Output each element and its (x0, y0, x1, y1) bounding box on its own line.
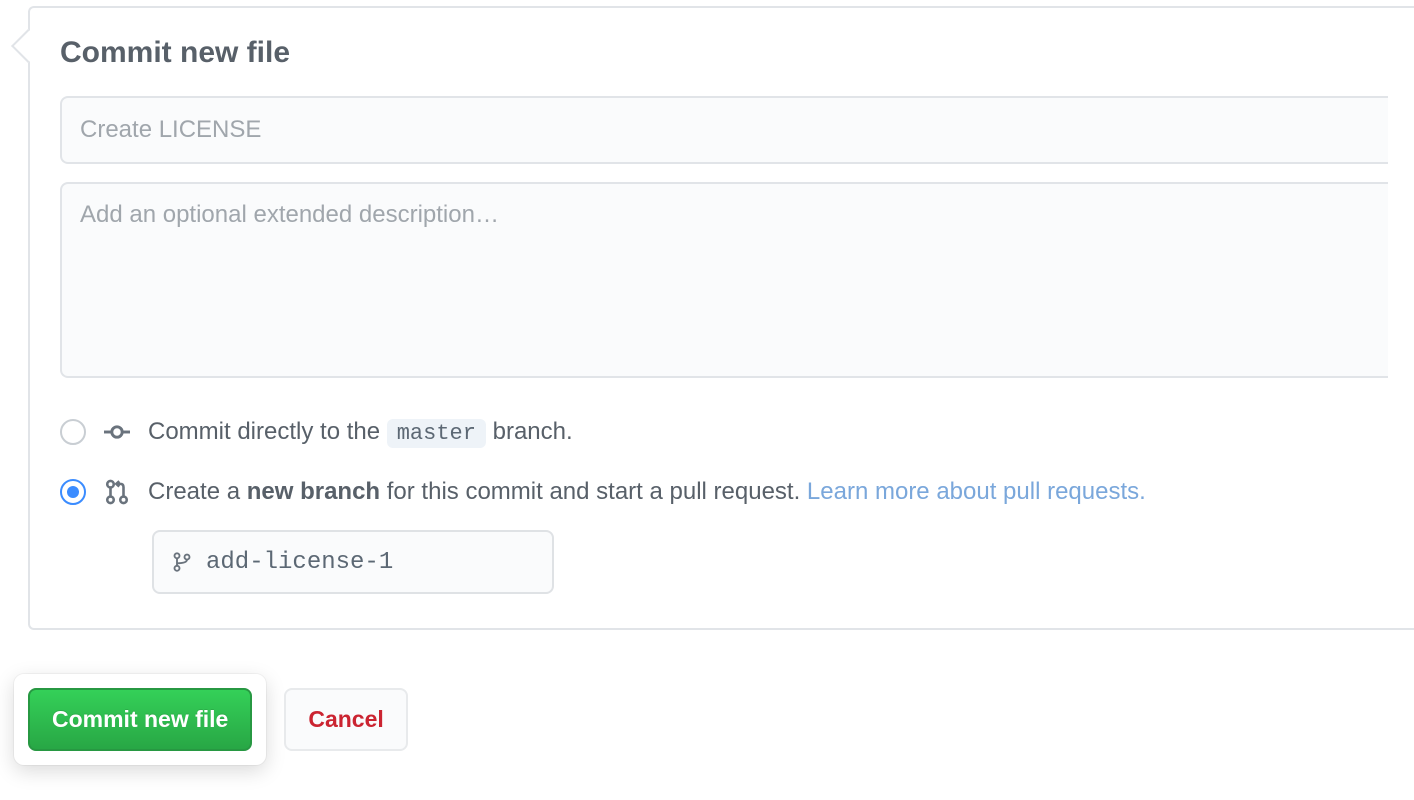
commit-panel: Commit new file Commit directly to the m… (28, 6, 1414, 630)
commit-new-file-button[interactable]: Commit new file (28, 688, 252, 751)
radio-commit-direct[interactable] (60, 419, 86, 445)
option-new-branch-label: Create a new branch for this commit and … (148, 474, 1146, 510)
option-new-branch[interactable]: Create a new branch for this commit and … (60, 470, 1388, 514)
git-pull-request-icon (104, 479, 130, 505)
commit-description-textarea[interactable] (60, 182, 1388, 378)
branch-name-input[interactable] (206, 549, 534, 576)
option-commit-direct[interactable]: Commit directly to the master branch. (60, 410, 1388, 454)
option-direct-label: Commit directly to the master branch. (148, 414, 573, 450)
footer-actions: Commit new file Cancel (14, 674, 408, 765)
panel-title: Commit new file (60, 36, 1388, 70)
branch-pill: master (387, 419, 486, 448)
branch-name-row (152, 530, 1388, 594)
learn-more-link[interactable]: Learn more about pull requests. (807, 478, 1146, 505)
git-branch-icon (172, 550, 192, 574)
cancel-button[interactable]: Cancel (284, 688, 407, 751)
commit-button-highlight: Commit new file (14, 674, 266, 765)
git-commit-icon (104, 419, 130, 445)
branch-name-field-wrap (152, 530, 554, 594)
commit-summary-input[interactable] (60, 96, 1388, 164)
radio-new-branch[interactable] (60, 479, 86, 505)
commit-target-group: Commit directly to the master branch. Cr… (60, 410, 1388, 594)
